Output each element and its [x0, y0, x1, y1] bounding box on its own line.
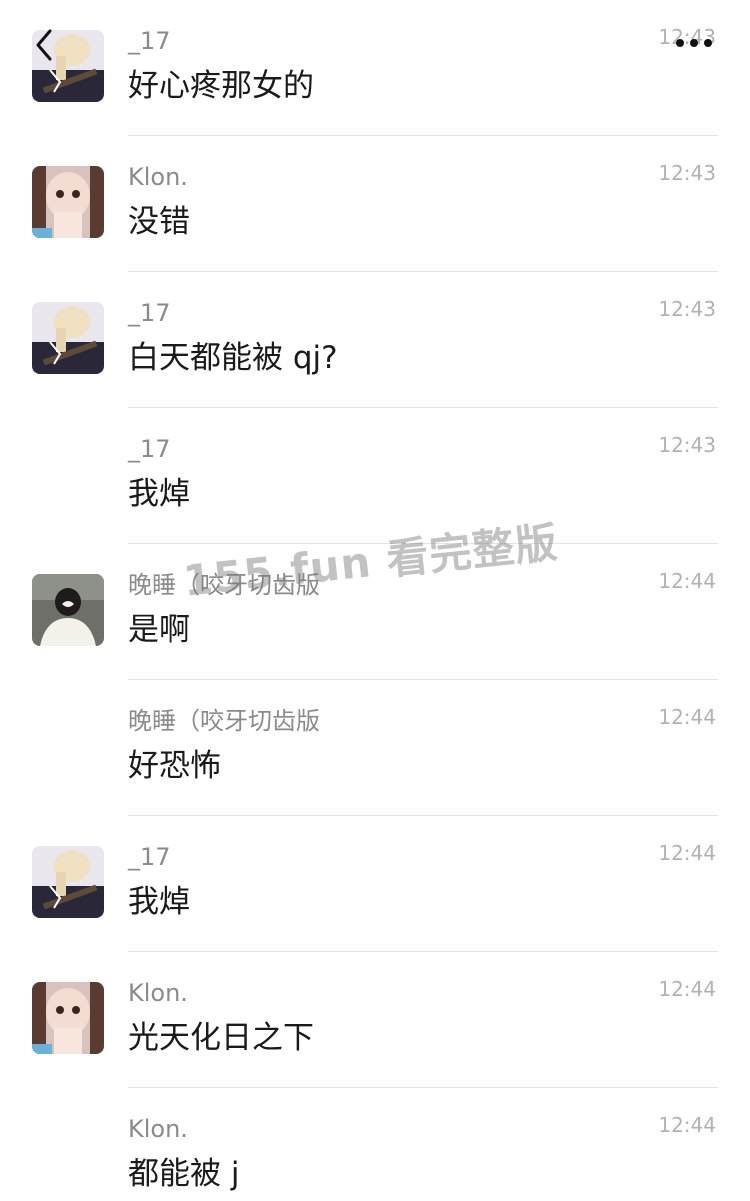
- message-time: 12:44: [658, 977, 716, 1001]
- message-text[interactable]: 好心疼那女的: [128, 64, 314, 108]
- avatar-klon[interactable]: [32, 166, 104, 238]
- message-text[interactable]: 没错: [128, 200, 190, 244]
- message-text[interactable]: 是啊: [128, 608, 190, 652]
- back-button[interactable]: [30, 28, 60, 62]
- message-item[interactable]: _17 12:43 我焯: [0, 408, 750, 544]
- message-time: 12:44: [658, 1113, 716, 1137]
- avatar-17[interactable]: [32, 846, 104, 918]
- sender-name: Klon.: [128, 979, 188, 1007]
- more-dots-icon: [676, 39, 712, 47]
- avatar-wanshui-image: [32, 574, 104, 646]
- sender-name: _17: [128, 843, 171, 871]
- sender-name: _17: [128, 299, 171, 327]
- message-text[interactable]: 都能被 j: [128, 1152, 239, 1196]
- message-time: 12:43: [658, 161, 716, 185]
- message-item[interactable]: _17 12:44 我焯: [0, 816, 750, 952]
- message-text[interactable]: 光天化日之下: [128, 1016, 314, 1060]
- more-button[interactable]: [672, 32, 716, 54]
- message-time: 12:44: [658, 841, 716, 865]
- chevron-left-icon: [36, 29, 52, 61]
- message-time: 12:44: [658, 569, 716, 593]
- sender-name: 晚睡（咬牙切齿版: [128, 707, 320, 735]
- message-text[interactable]: 白天都能被 qj?: [128, 336, 338, 380]
- message-item[interactable]: _17 12:43 白天都能被 qj?: [0, 272, 750, 408]
- chat-screen: 155.fun 看完整版 _17 12:43 好心疼那女的 Klon. 12:4…: [0, 0, 750, 1201]
- sender-name: _17: [128, 27, 171, 55]
- message-time: 12:43: [658, 297, 716, 321]
- message-text[interactable]: 我焯: [128, 880, 190, 924]
- avatar-klon-image: [32, 982, 104, 1054]
- message-time: 12:43: [658, 433, 716, 457]
- avatar-17-image: [32, 846, 104, 918]
- sender-name: 晚睡（咬牙切齿版: [128, 571, 320, 599]
- avatar-klon-image: [32, 166, 104, 238]
- message-item[interactable]: Klon. 12:43 没错: [0, 136, 750, 272]
- message-text[interactable]: 我焯: [128, 472, 190, 516]
- avatar-17-image: [32, 302, 104, 374]
- message-time: 12:44: [658, 705, 716, 729]
- avatar-wanshui[interactable]: [32, 574, 104, 646]
- message-list: _17 12:43 好心疼那女的 Klon. 12:43 没错 _17 12:4…: [0, 0, 750, 1201]
- message-text[interactable]: 好恐怖: [128, 744, 221, 788]
- message-item[interactable]: 晚睡（咬牙切齿版 12:44 是啊: [0, 544, 750, 680]
- sender-name: Klon.: [128, 163, 188, 191]
- message-item[interactable]: Klon. 12:44 光天化日之下: [0, 952, 750, 1088]
- message-item[interactable]: Klon. 12:44 都能被 j: [0, 1088, 750, 1201]
- sender-name: Klon.: [128, 1115, 188, 1143]
- message-item[interactable]: 晚睡（咬牙切齿版 12:44 好恐怖: [0, 680, 750, 816]
- message-item[interactable]: _17 12:43 好心疼那女的: [0, 0, 750, 136]
- avatar-klon[interactable]: [32, 982, 104, 1054]
- sender-name: _17: [128, 435, 171, 463]
- avatar-17[interactable]: [32, 302, 104, 374]
